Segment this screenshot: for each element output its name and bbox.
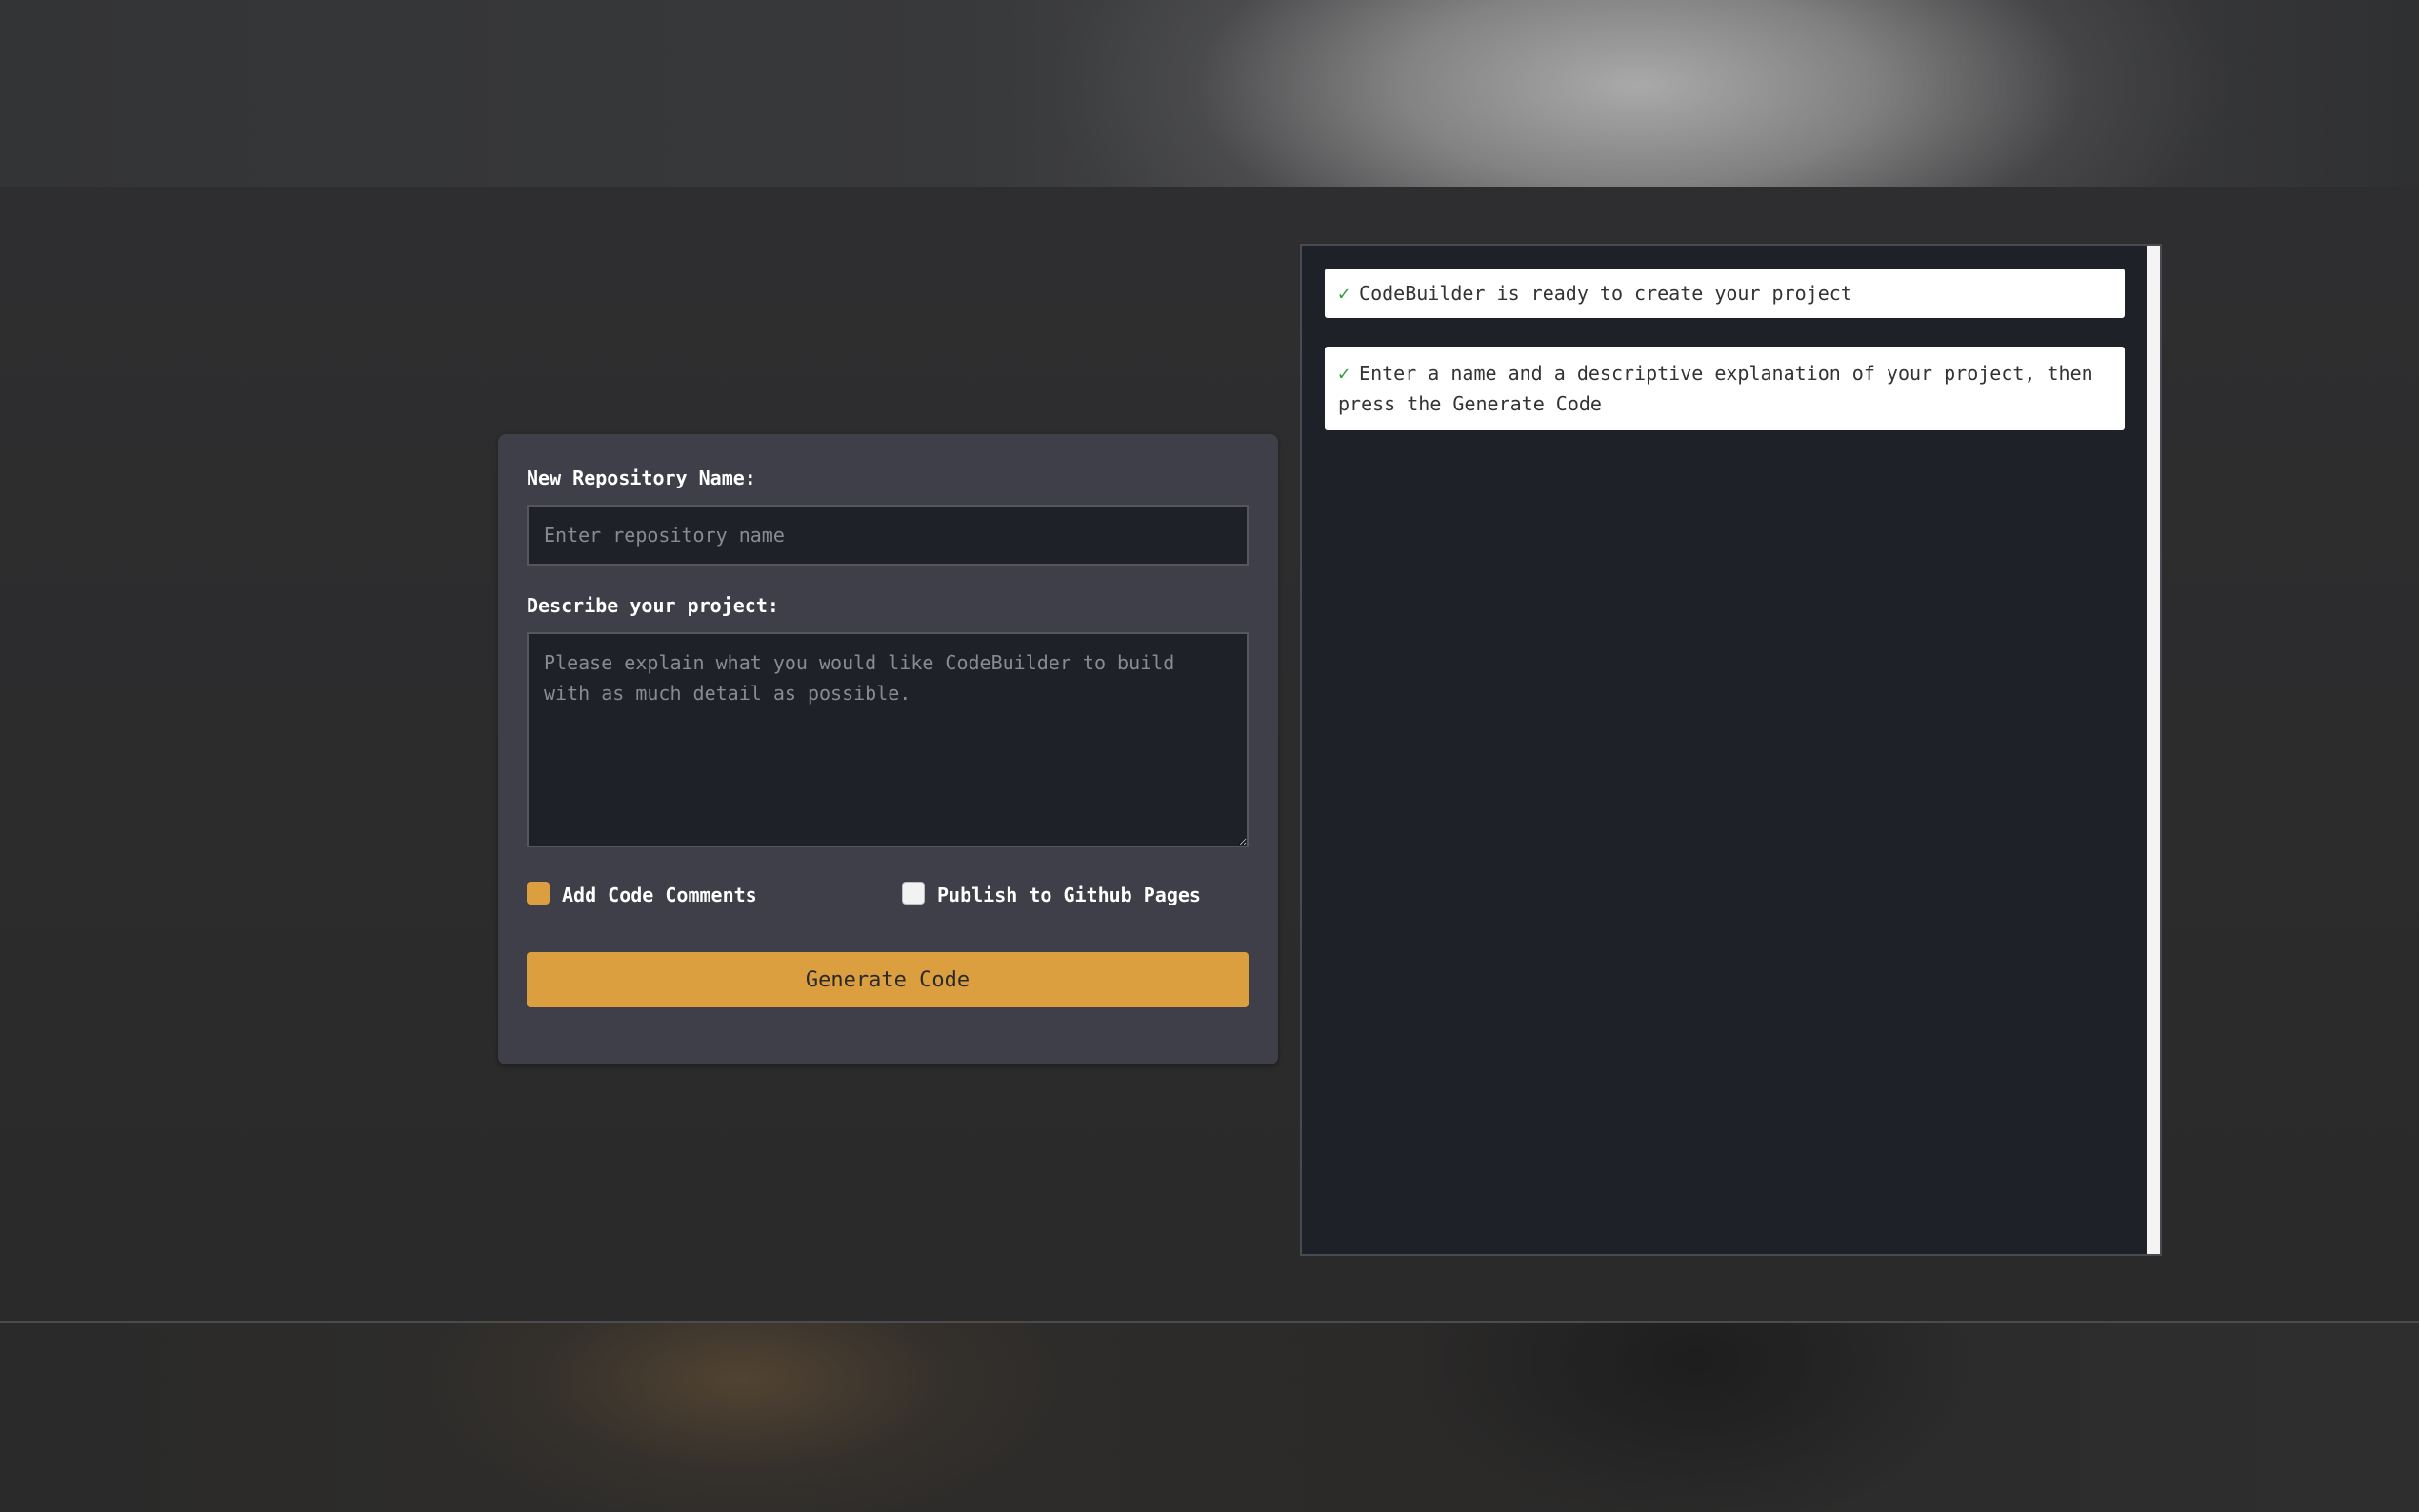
publish-github-pages-label: Publish to Github Pages bbox=[937, 884, 1201, 906]
log-message-text: CodeBuilder is ready to create your proj… bbox=[1359, 282, 1852, 305]
add-code-comments-checkbox[interactable] bbox=[527, 882, 550, 905]
output-scrollbar[interactable] bbox=[2147, 246, 2160, 1254]
project-description-label: Describe your project: bbox=[527, 594, 779, 617]
project-form: New Repository Name: Describe your proje… bbox=[498, 434, 1278, 1064]
repo-name-label: New Repository Name: bbox=[527, 467, 756, 489]
checkmark-icon: ✓ bbox=[1338, 362, 1350, 385]
footer-banner-image bbox=[0, 1323, 2419, 1512]
checkmark-icon: ✓ bbox=[1338, 282, 1350, 305]
message-list: ✓ CodeBuilder is ready to create your pro… bbox=[1325, 269, 2125, 459]
add-code-comments-option[interactable]: Add Code Comments bbox=[527, 880, 757, 906]
output-log-panel[interactable]: ✓ CodeBuilder is ready to create your pro… bbox=[1300, 244, 2162, 1256]
repo-name-input[interactable] bbox=[527, 505, 1249, 566]
publish-github-pages-checkbox[interactable] bbox=[902, 882, 925, 905]
header-banner-image bbox=[0, 0, 2419, 187]
generate-code-button[interactable]: Generate Code bbox=[527, 952, 1249, 1007]
log-message-text: Enter a name and a descriptive explanati… bbox=[1338, 362, 2093, 415]
log-message: ✓ Enter a name and a descriptive explanat… bbox=[1325, 347, 2125, 430]
log-message: ✓ CodeBuilder is ready to create your pro… bbox=[1325, 269, 2125, 318]
add-code-comments-label: Add Code Comments bbox=[562, 884, 757, 906]
project-description-textarea[interactable] bbox=[527, 632, 1249, 847]
page: New Repository Name: Describe your proje… bbox=[0, 0, 2419, 1512]
publish-github-pages-option[interactable]: Publish to Github Pages bbox=[902, 880, 1201, 906]
